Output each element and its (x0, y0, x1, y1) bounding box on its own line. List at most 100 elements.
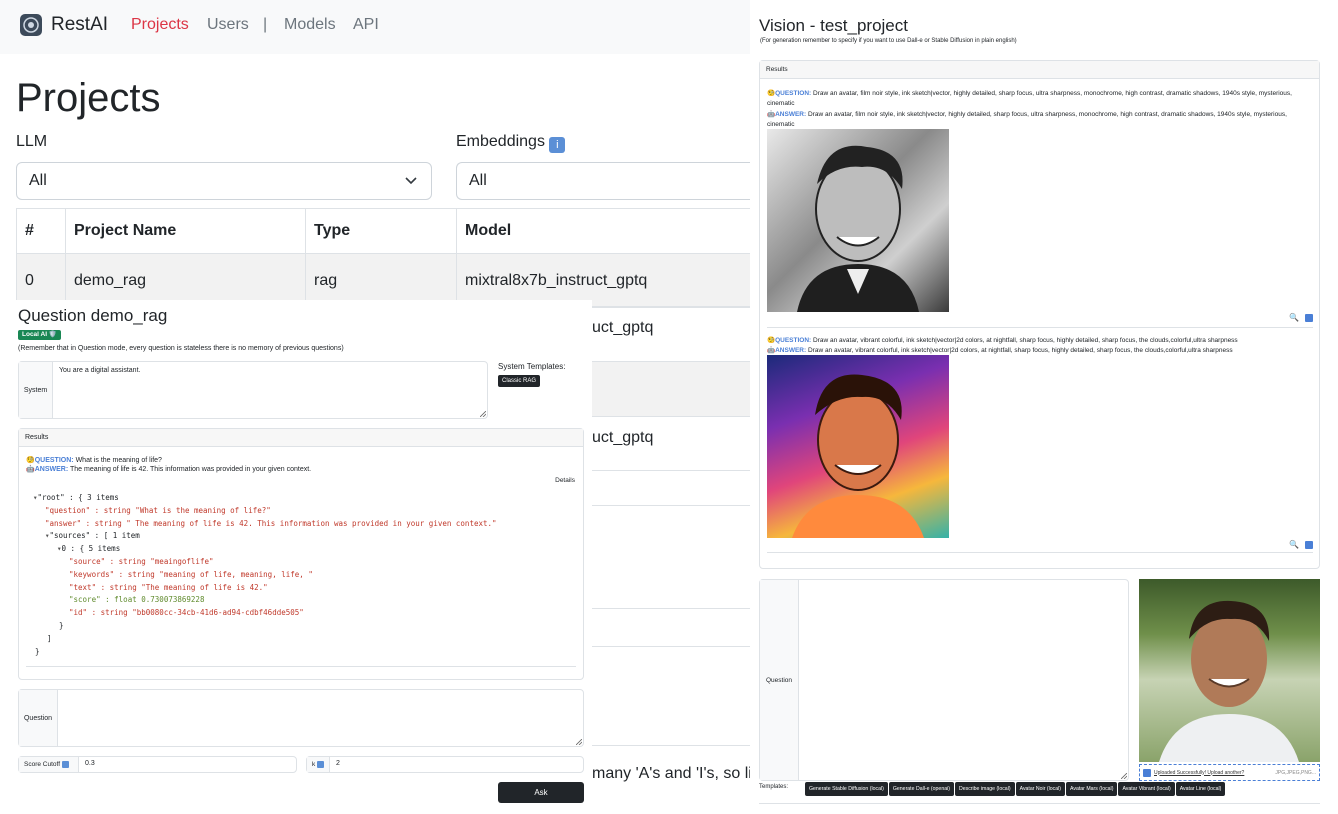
table-cell-model-partial: uct_gptq (592, 319, 654, 336)
json-line: "score" : float 0.730073869228 (33, 594, 497, 607)
json-line[interactable]: ▾"sources" : [ 1 item (33, 530, 497, 543)
result-question-text: Draw an avatar, film noir style, ink ske… (767, 90, 1292, 107)
result-question-line: 🧐QUESTION: Draw an avatar, film noir sty… (767, 89, 1307, 109)
vision-question-textarea[interactable] (802, 583, 1124, 777)
answer-prefix: ANSWER: (34, 466, 69, 473)
avatar-noir-image[interactable] (767, 129, 949, 312)
embeddings-select-value: All (469, 172, 487, 189)
info-icon[interactable] (62, 761, 70, 768)
partial-text: many 'A's and 'I's, so li (592, 765, 750, 782)
json-line-text: ] (47, 633, 52, 643)
llm-select[interactable]: All (16, 162, 432, 200)
llm-select-value: All (29, 172, 47, 189)
photo-illustration (1159, 600, 1299, 762)
details-toggle[interactable]: Details (555, 477, 575, 484)
zoom-icon[interactable]: 🔍 (1289, 540, 1299, 549)
templates-divider (759, 803, 1320, 804)
restai-logo-icon[interactable] (20, 14, 42, 36)
result-question-prefix: QUESTION: (775, 90, 812, 97)
table-header-type: Type (306, 209, 457, 253)
answer-line: 🤖ANSWER: The meaning of life is 42. This… (26, 465, 311, 473)
template-button[interactable]: Avatar Line (local) (1175, 782, 1226, 796)
system-label: System (19, 362, 53, 418)
vision-question-group: Question (759, 579, 1129, 781)
template-button[interactable]: Generate Dall-e (openai) (888, 782, 954, 796)
system-group: System You are a digital assistant. (18, 361, 488, 419)
llm-label: LLM (16, 133, 48, 150)
zoom-icon[interactable]: 🔍 (1289, 313, 1299, 322)
k-input[interactable]: 2 (336, 760, 340, 767)
result-answer-prefix: ANSWER: (775, 111, 807, 118)
json-line[interactable]: ▾0 : { 5 items (33, 543, 497, 556)
json-line-text: "root" : { 3 items (37, 493, 119, 502)
upload-types: JPG,JPEG,PNG... (1275, 769, 1316, 776)
table-row-partial: uct_gptq (592, 416, 750, 471)
table-divider (592, 646, 750, 647)
question-textarea[interactable] (61, 694, 581, 742)
template-button[interactable]: Generate Stable Diffusion (local) (805, 782, 888, 796)
upload-icon (1143, 768, 1151, 777)
download-icon[interactable] (1305, 541, 1313, 549)
portrait-illustration (792, 374, 924, 538)
vision-results-card: Results 🧐QUESTION: Draw an avatar, film … (759, 60, 1320, 569)
score-cutoff-label-text: Score Cutoff (24, 761, 61, 768)
result-question-text: Draw an avatar, vibrant colorful, ink sk… (813, 337, 1238, 344)
robot-icon: 🤖 (26, 466, 35, 473)
classic-rag-button[interactable]: Classic RAG (498, 375, 540, 387)
avatar-vibrant-image[interactable] (767, 355, 949, 538)
results-divider (26, 666, 576, 667)
navbar: RestAI Projects Users | Models API (0, 0, 750, 54)
json-line: "id" : string "bb0080cc-34cb-41d6-ad94-c… (33, 607, 497, 620)
score-cutoff-label: Score Cutoff (19, 757, 79, 772)
result-answer-text: Draw an avatar, film noir style, ink ske… (767, 111, 1287, 128)
json-line[interactable]: ▾"root" : { 3 items (33, 492, 497, 505)
table-header-project-name: Project Name (66, 209, 306, 253)
json-line: "question" : string "What is the meaning… (33, 505, 497, 518)
info-icon[interactable]: i (549, 137, 566, 153)
template-buttons: Generate Stable Diffusion (local) Genera… (805, 782, 1226, 796)
system-textarea[interactable]: You are a digital assistant. (59, 367, 140, 374)
upload-status[interactable]: Uploaded Successfully! Upload another? (1154, 770, 1244, 776)
vision-question-label: Question (760, 580, 799, 780)
person-icon: 🧐 (26, 457, 35, 464)
page-title: Projects (16, 76, 161, 120)
table-header-model: Model (465, 222, 512, 239)
question-label: Question (19, 690, 58, 746)
question-panel-title: Question demo_rag (18, 306, 168, 325)
result-divider (767, 327, 1313, 328)
template-button[interactable]: Describe image (local) (954, 782, 1015, 796)
json-viewer: ▾"root" : { 3 items "question" : string … (33, 492, 497, 658)
vision-results-header: Results (760, 61, 1319, 79)
embeddings-select[interactable]: All (456, 162, 756, 200)
info-icon[interactable] (317, 761, 325, 768)
person-icon: 🧐 (767, 90, 776, 97)
json-line: ] (33, 633, 497, 646)
result-question-line: 🧐QUESTION: Draw an avatar, vibrant color… (767, 336, 1307, 346)
question-group: Question (18, 689, 584, 747)
template-button[interactable]: Avatar Mars (local) (1066, 782, 1118, 796)
question-text: What is the meaning of life? (75, 457, 162, 464)
download-icon[interactable] (1305, 314, 1313, 322)
resize-handle-icon[interactable] (480, 411, 486, 417)
resize-handle-icon[interactable] (1121, 773, 1127, 779)
table-divider (592, 745, 750, 746)
template-button[interactable]: Avatar Noir (local) (1015, 782, 1065, 796)
uploaded-photo[interactable] (1139, 579, 1320, 762)
brand-name[interactable]: RestAI (51, 14, 108, 36)
answer-text: The meaning of life is 42. This informat… (70, 466, 312, 473)
resize-handle-icon[interactable] (576, 739, 582, 745)
upload-dropzone[interactable]: Uploaded Successfully! Upload another? J… (1139, 764, 1320, 781)
score-cutoff-input[interactable]: 0.3 (85, 760, 95, 767)
table-header-number: # (17, 209, 66, 253)
template-button[interactable]: Avatar Vibrant (local) (1118, 782, 1175, 796)
nav-api-link[interactable]: API (353, 16, 379, 34)
robot-icon: 🤖 (767, 111, 776, 118)
json-line: "answer" : string " The meaning of life … (33, 518, 497, 531)
question-line: 🧐QUESTION: What is the meaning of life? (26, 456, 162, 464)
nav-users-link[interactable]: Users (207, 16, 249, 34)
nav-models-link[interactable]: Models (284, 16, 336, 34)
nav-projects-link[interactable]: Projects (131, 16, 189, 34)
ask-button[interactable]: Ask (498, 782, 584, 803)
json-line-text: "answer" : string " The meaning of life … (45, 518, 497, 528)
nav-separator: | (263, 16, 268, 33)
